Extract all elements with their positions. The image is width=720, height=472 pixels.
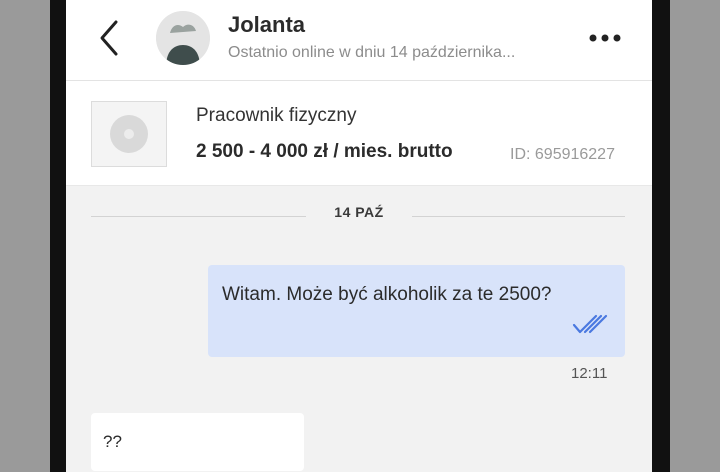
offer-title: Pracownik fizyczny: [196, 105, 357, 126]
image-placeholder-icon: [110, 115, 148, 153]
chat-screen: Jolanta Ostatnio online w dniu 14 paździ…: [66, 0, 652, 472]
avatar-placeholder-icon: [156, 11, 210, 65]
device-frame-right: [652, 0, 670, 472]
chevron-left-icon: [100, 20, 118, 56]
avatar[interactable]: [156, 11, 210, 65]
message-text: ??: [103, 432, 122, 451]
job-offer-card[interactable]: Pracownik fizyczny 2 500 - 4 000 zł / mi…: [66, 81, 652, 186]
incoming-message[interactable]: ??: [91, 413, 304, 471]
more-options-button[interactable]: [586, 28, 626, 48]
date-separator: 14 PAŹ: [334, 204, 384, 220]
date-divider-left: [91, 216, 306, 217]
message-text: Witam. Może być alkoholik za te 2500?: [222, 284, 552, 305]
date-divider-right: [412, 216, 625, 217]
back-button[interactable]: [94, 18, 128, 58]
contact-name: Jolanta: [228, 12, 306, 37]
more-dots-icon: [589, 34, 621, 42]
double-check-icon: [572, 313, 612, 335]
offer-salary: 2 500 - 4 000 zł / mies. brutto: [196, 141, 453, 162]
offer-thumbnail: [91, 101, 167, 167]
offer-id: ID: 695916227: [510, 146, 615, 163]
message-time: 12:11: [571, 365, 608, 382]
device-frame-left: [50, 0, 66, 472]
outgoing-message[interactable]: Witam. Może być alkoholik za te 2500?: [208, 265, 625, 357]
chat-header: Jolanta Ostatnio online w dniu 14 paździ…: [66, 0, 652, 81]
last-seen-status: Ostatnio online w dniu 14 października..…: [228, 44, 516, 61]
